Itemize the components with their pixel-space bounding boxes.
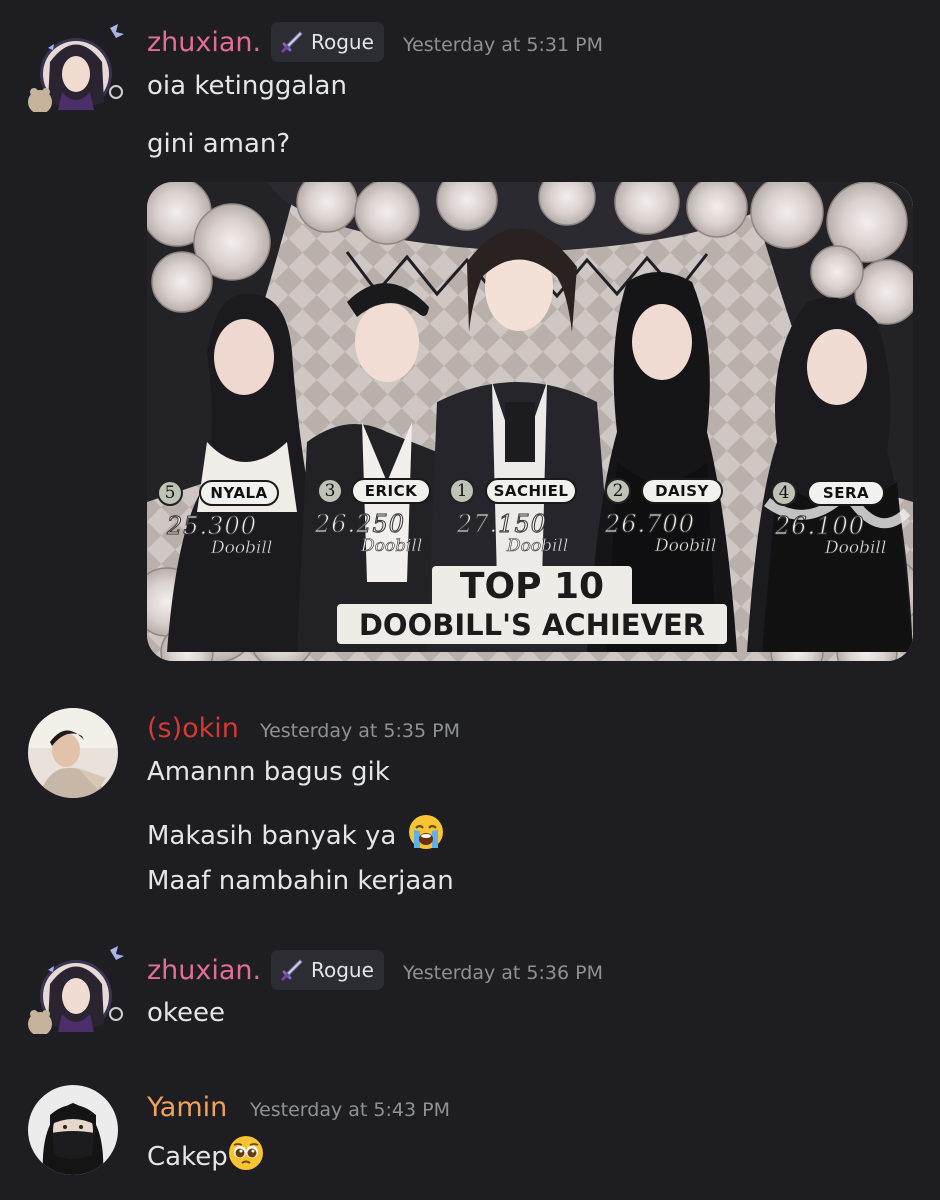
message-text: Amannn bagus gik [147, 757, 390, 787]
message-text: oia ketinggalan [147, 71, 347, 101]
username[interactable]: Yamin [147, 1093, 227, 1123]
timestamp[interactable]: Yesterday at 5:35 PM [260, 720, 460, 742]
message-line: Cakep [147, 1135, 264, 1178]
rank-badge: 2 [605, 478, 631, 504]
rank-badge: 3 [317, 478, 343, 504]
badge-label: Rogue [311, 30, 374, 54]
timestamp[interactable]: Yesterday at 5:36 PM [403, 962, 603, 984]
role-badge[interactable]: Rogue [271, 22, 384, 62]
nominee-name: DAISY [641, 478, 723, 504]
timestamp[interactable]: Yesterday at 5:43 PM [250, 1099, 450, 1121]
poster-subtitle: DOOBILL'S ACHIEVER [358, 608, 706, 642]
role-badge[interactable]: Rogue [271, 950, 384, 990]
score-unit: Doobill [211, 538, 273, 559]
sword-icon [281, 959, 303, 981]
nominee-score: 26.250 [315, 510, 405, 539]
nominee-score: 26.700 [605, 510, 695, 539]
loudly-crying-face-icon [408, 814, 444, 857]
pleading-face-icon [228, 1135, 264, 1178]
nominee-score: 25.300 [167, 512, 257, 541]
username[interactable]: zhuxian. [147, 28, 261, 58]
nominee-name: SERA [807, 480, 885, 506]
rank-badge: 4 [771, 480, 797, 506]
nominee-name: ERICK [351, 478, 431, 504]
message-text: Makasih banyak ya [147, 821, 397, 851]
timestamp[interactable]: Yesterday at 5:31 PM [403, 34, 603, 56]
rank-badge: 1 [449, 478, 475, 504]
message-line: Makasih banyak ya [147, 814, 444, 857]
nominee-name: NYALA [199, 480, 279, 506]
avatar[interactable] [20, 22, 126, 114]
avatar[interactable] [20, 944, 126, 1036]
rank-badge: 5 [157, 480, 183, 506]
message-text: gini aman? [147, 129, 291, 159]
sword-icon [281, 31, 303, 53]
username[interactable]: (s)okin [147, 714, 239, 744]
score-unit: Doobill [361, 536, 423, 557]
score-unit: Doobill [825, 538, 887, 559]
score-unit: Doobill [655, 536, 717, 557]
avatar[interactable] [28, 708, 118, 798]
nominee-score: 27.150 [457, 510, 547, 539]
message-text: Maaf nambahin kerjaan [147, 866, 454, 896]
username[interactable]: zhuxian. [147, 956, 261, 986]
nominee-score: 26.100 [775, 512, 865, 541]
avatar[interactable] [28, 1085, 118, 1175]
poster-title: TOP 10 [459, 566, 605, 607]
score-unit: Doobill [507, 536, 569, 557]
image-attachment[interactable]: 5 NYALA 25.300 Doobill 3 ERICK 26.250 Do… [147, 182, 913, 661]
message-text: okeee [147, 998, 226, 1028]
message-text: Cakep [147, 1142, 228, 1172]
badge-label: Rogue [311, 958, 374, 982]
nominee-name: SACHIEL [485, 478, 577, 504]
